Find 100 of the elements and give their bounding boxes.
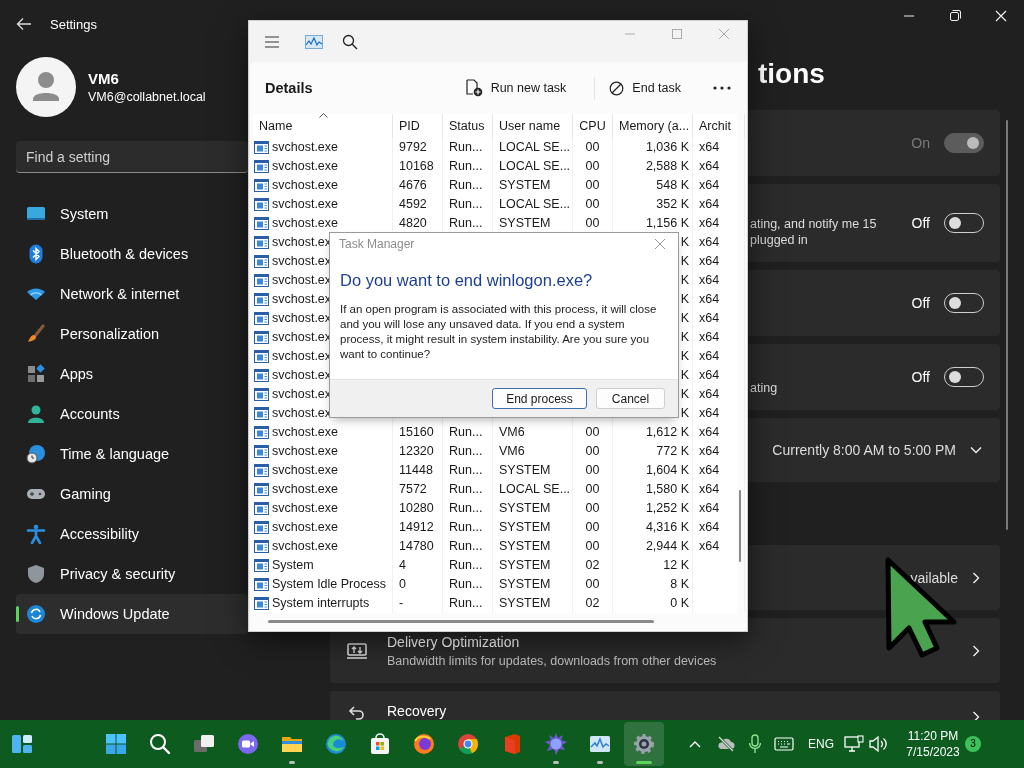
- chevron-up-icon[interactable]: [688, 739, 702, 749]
- volume-icon[interactable]: [868, 735, 888, 753]
- scrollbar-thumb[interactable]: [1006, 120, 1008, 530]
- table-cell: x64: [699, 425, 720, 439]
- table-cell-text: System: [272, 557, 314, 574]
- table-cell: 772 K: [656, 444, 689, 458]
- table-cell-text: svchost.ex: [272, 348, 332, 365]
- taskbar-button[interactable]: [624, 722, 664, 766]
- nav-item[interactable]: Windows Update: [16, 594, 248, 634]
- column-header[interactable]: Memory (a...: [613, 114, 693, 138]
- notification-badge[interactable]: 3: [965, 736, 981, 752]
- chevron-right-icon[interactable]: [972, 571, 980, 584]
- search-field[interactable]: Find a setting: [16, 141, 248, 173]
- table-cell-text: svchost.ex: [272, 310, 332, 327]
- table-cell: x64: [699, 216, 720, 230]
- setting-title[interactable]: Recovery: [387, 703, 447, 719]
- network-icon[interactable]: [844, 735, 864, 753]
- column-header[interactable]: CPU: [573, 114, 613, 138]
- clock-time[interactable]: 11:20 PM: [898, 728, 968, 744]
- keyboard-icon[interactable]: [774, 737, 794, 751]
- column-header[interactable]: Archit: [693, 114, 745, 138]
- nav-item[interactable]: Bluetooth & devices: [16, 234, 248, 274]
- table-cell: 00: [585, 520, 600, 534]
- nav-item[interactable]: Apps: [16, 354, 248, 394]
- user-name: VM6: [88, 70, 120, 87]
- chevron-down-icon[interactable]: [970, 446, 982, 454]
- table-cell-text: svchost.exe: [272, 519, 338, 536]
- dialog-button[interactable]: Cancel: [596, 388, 665, 409]
- table-cell: LOCAL SE...: [499, 197, 571, 211]
- table-cell: SYSTEM: [499, 463, 551, 477]
- scrollbar-thumb[interactable]: [268, 620, 654, 623]
- table-cell: 15160: [399, 425, 434, 439]
- search-icon[interactable]: [342, 33, 358, 50]
- table-cell: SYSTEM: [499, 577, 551, 591]
- dropdown-value[interactable]: Currently 8:00 AM to 5:00 PM: [772, 442, 956, 458]
- table-cell-text: svchost.exe: [272, 177, 338, 194]
- table-cell: x64: [699, 406, 720, 420]
- nav-item[interactable]: Gaming: [16, 474, 248, 514]
- page-title: Details: [265, 80, 313, 96]
- dialog-message: If an open program is associated with this process, it will close and you will lose any unsaved data. If you end a system process, it might result in system instability. Are you sure you want to continue?: [340, 302, 658, 362]
- microphone-icon[interactable]: [748, 734, 762, 754]
- nav-item[interactable]: Personalization: [16, 314, 248, 354]
- setting-title[interactable]: Delivery Optimization: [387, 633, 717, 650]
- table-cell: 02: [585, 558, 600, 572]
- nav-item[interactable]: Network & internet: [16, 274, 248, 314]
- widgets-button[interactable]: [10, 732, 34, 756]
- table-cell: 1,252 K: [645, 501, 689, 515]
- table-cell: 00: [585, 577, 600, 591]
- dialog-button[interactable]: End process: [492, 388, 587, 409]
- close-button[interactable]: [654, 238, 666, 250]
- table-cell: 14912: [399, 520, 434, 534]
- toggle-state-label: Off: [911, 215, 930, 231]
- nav-item[interactable]: Accounts: [16, 394, 248, 434]
- end-task-button[interactable]: End task: [594, 76, 683, 100]
- more-button[interactable]: [713, 85, 731, 91]
- column-header[interactable]: Name: [253, 114, 393, 138]
- table-cell: Run...: [449, 520, 483, 534]
- table-cell: K: [680, 406, 689, 420]
- flame-globe-icon: [412, 732, 436, 756]
- menu-button[interactable]: [264, 34, 280, 49]
- chevron-right-icon[interactable]: [972, 644, 980, 657]
- chevron-right-icon[interactable]: [972, 711, 980, 720]
- table-cell: K: [680, 368, 689, 382]
- table-cell: 4676: [399, 178, 427, 192]
- nav-item[interactable]: Time & language: [16, 434, 248, 474]
- clock-date[interactable]: 7/15/2023: [898, 744, 968, 760]
- shopping-bag-icon: [368, 732, 392, 756]
- cloud-off-icon[interactable]: [716, 736, 736, 752]
- table-cell: SYSTEM: [499, 596, 551, 610]
- table-cell: Run...: [449, 539, 483, 553]
- column-header[interactable]: Status: [443, 114, 493, 138]
- table-cell: Run...: [449, 558, 483, 572]
- table-cell: Run...: [449, 159, 483, 173]
- table-cell: 10168: [399, 159, 434, 173]
- table-cell: 12320: [399, 444, 434, 458]
- nav-item[interactable]: Accessibility: [16, 514, 248, 554]
- nav-item[interactable]: System: [16, 194, 248, 234]
- table-cell: 10280: [399, 501, 434, 515]
- table-cell: x64: [699, 140, 720, 154]
- language-indicator[interactable]: ENG: [808, 737, 834, 751]
- table-cell-text: System interrupts: [272, 595, 370, 612]
- figure-icon: [26, 524, 46, 544]
- dialog-heading: Do you want to end winlogon.exe?: [340, 271, 594, 290]
- column-header[interactable]: PID: [393, 114, 443, 138]
- table-cell-text: svchost.ex: [272, 367, 332, 384]
- table-cell: SYSTEM: [499, 216, 551, 230]
- table-cell: 00: [585, 178, 600, 192]
- scrollbar-thumb[interactable]: [739, 490, 741, 562]
- back-button[interactable]: [16, 17, 32, 31]
- table-cell-text: svchost.exe: [272, 196, 338, 213]
- run-new-task-button[interactable]: Run new task: [462, 75, 569, 101]
- toggle-state-label: On: [911, 135, 930, 151]
- table-cell: Run...: [449, 197, 483, 211]
- table-cell: 00: [585, 444, 600, 458]
- table-cell: Run...: [449, 596, 483, 610]
- nav-item[interactable]: Privacy & security: [16, 554, 248, 594]
- column-header[interactable]: User name: [493, 114, 573, 138]
- table-cell: 12 K: [663, 558, 689, 572]
- avatar: [16, 57, 76, 117]
- table-cell: x64: [699, 444, 720, 458]
